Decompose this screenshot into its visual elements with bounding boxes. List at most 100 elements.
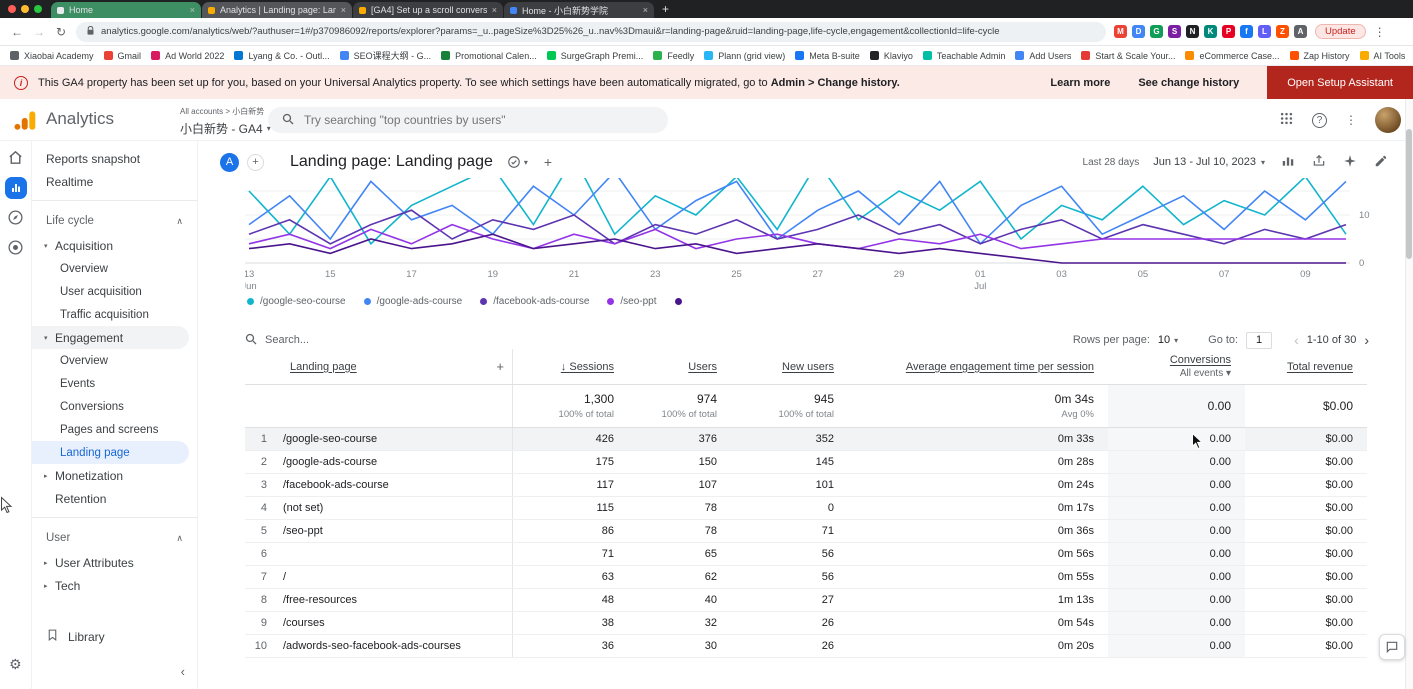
column-header-users[interactable]: Users: [628, 349, 731, 384]
sidebar-item-conversions[interactable]: Conversions: [32, 395, 197, 418]
customize-chart-icon[interactable]: [1279, 154, 1296, 171]
column-header-landing-page[interactable]: Landing page+: [245, 349, 513, 384]
add-dimension-button[interactable]: +: [496, 359, 504, 374]
sidebar-item-monetization[interactable]: ▸Monetization: [32, 464, 197, 487]
window-minimize-button[interactable]: [21, 5, 29, 13]
edit-report-icon[interactable]: [1372, 154, 1389, 171]
share-icon[interactable]: [1310, 154, 1327, 171]
report-saved-dropdown[interactable]: ▾: [507, 155, 528, 169]
update-button[interactable]: Update: [1315, 24, 1366, 39]
column-header-conversions[interactable]: ConversionsAll events ▾: [1108, 349, 1245, 384]
learn-more-link[interactable]: Learn more: [1050, 77, 1110, 89]
sidebar-item-user-acquisition[interactable]: User acquisition: [32, 280, 197, 303]
extension-keyword-tool-icon[interactable]: K: [1204, 25, 1217, 38]
extension-grammar-icon[interactable]: G: [1150, 25, 1163, 38]
sidebar-item-pages-and-screens[interactable]: Pages and screens: [32, 418, 197, 441]
help-icon[interactable]: ?: [1312, 113, 1327, 128]
account-switcher[interactable]: All accounts > 小白新势 Xiaobai Acade... 小白新…: [180, 106, 266, 137]
column-header-sessions[interactable]: ↓ Sessions: [513, 349, 628, 384]
bookmark-meta-b-suite[interactable]: Meta B-suite: [795, 51, 860, 61]
bookmark-ai-tools[interactable]: AI Tools: [1360, 51, 1406, 61]
tab-close-icon[interactable]: ×: [492, 5, 497, 15]
comparison-chip[interactable]: A: [220, 153, 239, 172]
next-page-button[interactable]: ›: [1364, 332, 1369, 348]
bookmark-add-users[interactable]: Add Users: [1015, 51, 1071, 61]
extension-gmail-icon[interactable]: M: [1114, 25, 1127, 38]
collapse-sidebar-button[interactable]: ‹: [181, 664, 185, 679]
address-bar[interactable]: analytics.google.com/analytics/web/?auth…: [76, 22, 1106, 42]
sidebar-item-realtime[interactable]: Realtime: [32, 170, 197, 193]
sidebar-item-user-attributes[interactable]: ▸User Attributes: [32, 551, 197, 574]
event-filter-dropdown[interactable]: All events ▾: [1180, 368, 1231, 379]
sidebar-section-life-cycle[interactable]: Life cycle∧: [32, 208, 197, 234]
new-tab-button[interactable]: +: [662, 2, 669, 16]
browser-tab-ga4-set-up-a-scroll-conversi[interactable]: [GA4] Set up a scroll conversi×: [353, 2, 503, 18]
page-scrollbar[interactable]: [1405, 99, 1413, 689]
reports-icon[interactable]: [5, 177, 27, 199]
add-report-tab-button[interactable]: +: [544, 154, 552, 170]
window-controls[interactable]: [0, 0, 51, 18]
sidebar-item-tech[interactable]: ▸Tech: [32, 574, 197, 597]
advertising-icon[interactable]: [7, 239, 24, 259]
apps-grid-icon[interactable]: [1279, 111, 1294, 129]
admin-gear-icon[interactable]: ⚙: [9, 656, 22, 673]
explore-icon[interactable]: [7, 209, 24, 229]
insights-icon[interactable]: [1341, 154, 1358, 171]
rows-per-page-select[interactable]: 10▾: [1158, 334, 1178, 346]
tab-close-icon[interactable]: ×: [190, 5, 195, 15]
bookmark-promotional-calen[interactable]: Promotional Calen...: [441, 51, 537, 61]
bookmark-zap-history[interactable]: Zap History: [1290, 51, 1350, 61]
reload-button-icon[interactable]: ↻: [54, 25, 68, 39]
sidebar-item-engagement[interactable]: ▾Engagement: [32, 326, 189, 349]
sidebar-item-acquisition[interactable]: ▾Acquisition: [32, 234, 197, 257]
header-menu-icon[interactable]: ⋮: [1345, 113, 1357, 127]
bookmark-gmail[interactable]: Gmail: [104, 51, 142, 61]
sidebar-item-overview[interactable]: Overview: [32, 257, 197, 280]
sidebar-section-user[interactable]: User∧: [32, 525, 197, 551]
sidebar-item-overview[interactable]: Overview: [32, 349, 197, 372]
home-icon[interactable]: [7, 149, 24, 169]
browser-menu-icon[interactable]: ⋮: [1374, 25, 1386, 39]
extension-zapier-icon[interactable]: Z: [1276, 25, 1289, 38]
column-header-total-revenue[interactable]: Total revenue: [1245, 349, 1367, 384]
sidebar-item-events[interactable]: Events: [32, 372, 197, 395]
bookmark-lyang-co-outl[interactable]: Lyang & Co. - Outl...: [234, 51, 329, 61]
bookmark-ad-world-2022[interactable]: Ad World 2022: [151, 51, 224, 61]
scrollbar-thumb[interactable]: [1406, 129, 1412, 259]
bookmark-seo-g[interactable]: SEO课程大纲 - G...: [340, 49, 432, 62]
browser-tab-analytics-landing-page-land[interactable]: Analytics | Landing page: Land×: [202, 2, 352, 18]
sidebar-item-landing-page[interactable]: Landing page: [32, 441, 189, 464]
extension-docs-icon[interactable]: D: [1132, 25, 1145, 38]
library-item[interactable]: Library: [46, 628, 105, 645]
bookmark-ecommerce-case[interactable]: eCommerce Case...: [1185, 51, 1279, 61]
window-zoom-button[interactable]: [34, 5, 42, 13]
extension-side-panel-icon[interactable]: A: [1294, 25, 1307, 38]
column-header-new-users[interactable]: New users: [731, 349, 848, 384]
browser-tab-home[interactable]: Home×: [51, 2, 201, 18]
bookmark-teachable-admin[interactable]: Teachable Admin: [923, 51, 1006, 61]
date-range-selector[interactable]: Jun 13 - Jul 10, 2023▾: [1153, 156, 1265, 168]
extension-loom-icon[interactable]: L: [1258, 25, 1271, 38]
prev-page-button[interactable]: ‹: [1294, 332, 1299, 348]
browser-tab-home[interactable]: Home - 小白新势学院×: [504, 2, 654, 18]
add-comparison-button[interactable]: +: [247, 154, 264, 171]
see-change-history-link[interactable]: See change history: [1138, 77, 1239, 89]
back-button-icon[interactable]: ←: [10, 25, 24, 39]
tab-close-icon[interactable]: ×: [643, 5, 648, 15]
bookmark-klaviyo[interactable]: Klaviyo: [870, 51, 913, 61]
sidebar-item-traffic-acquisition[interactable]: Traffic acquisition: [32, 303, 197, 326]
sidebar-item-reports-snapshot[interactable]: Reports snapshot: [32, 147, 197, 170]
table-search[interactable]: Search...: [245, 333, 309, 348]
forward-button-icon[interactable]: →: [32, 25, 46, 39]
bookmark-start-scale-your[interactable]: Start & Scale Your...: [1081, 51, 1175, 61]
extension-pinterest-icon[interactable]: P: [1222, 25, 1235, 38]
tab-close-icon[interactable]: ×: [341, 5, 346, 15]
extension-meta-icon[interactable]: f: [1240, 25, 1253, 38]
avatar[interactable]: [1375, 107, 1401, 133]
extension-seo-tool-icon[interactable]: S: [1168, 25, 1181, 38]
analytics-search[interactable]: [268, 107, 668, 133]
sidebar-item-retention[interactable]: Retention: [32, 487, 197, 510]
bookmark-feedly[interactable]: Feedly: [653, 51, 694, 61]
goto-page-input[interactable]: [1246, 332, 1272, 349]
column-header-average-engagement-time-per-session[interactable]: Average engagement time per session: [848, 349, 1108, 384]
